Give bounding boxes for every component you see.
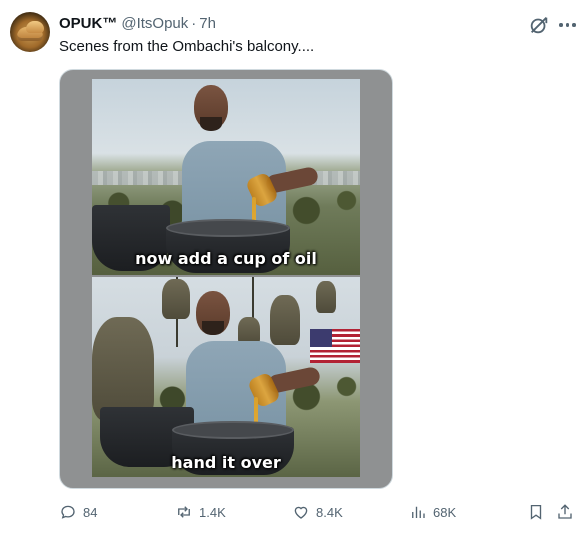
repost-count: 1.4K [199, 504, 226, 520]
avatar[interactable] [10, 12, 50, 52]
meme-frame-bottom: hand it over [92, 277, 360, 477]
person-beard [202, 321, 224, 335]
tweet-header: OPUK™ @ItsOpuk · 7h [59, 13, 216, 33]
action-bar: 84 1.4K 8.4K 68K [59, 502, 579, 522]
bookmark-icon [530, 504, 542, 520]
author-handle[interactable]: @ItsOpuk [121, 15, 188, 32]
views-button[interactable]: 68K [409, 502, 456, 522]
heart-icon [294, 506, 308, 519]
caption-top: now add a cup of oil [135, 249, 317, 268]
bookmark-button[interactable] [527, 502, 545, 522]
more-icon[interactable] [559, 18, 579, 32]
soldier [270, 295, 300, 345]
views-count: 68K [433, 504, 457, 520]
repost-button[interactable]: 1.4K [175, 502, 226, 522]
tweet-text: Scenes from the Ombachi's balcony.... [59, 38, 315, 55]
like-count: 8.4K [316, 504, 343, 520]
soldier [162, 279, 190, 319]
reply-icon [61, 505, 75, 519]
reply-count: 84 [83, 504, 98, 520]
repost-icon [178, 506, 190, 518]
pot-rim [172, 421, 294, 439]
soldier [316, 281, 336, 313]
meme-frame-top: now add a cup of oil [92, 79, 360, 275]
caption-bottom: hand it over [171, 453, 281, 472]
avatar-bread-shape-2 [26, 21, 44, 33]
share-button[interactable] [556, 502, 574, 522]
us-flag [310, 329, 360, 363]
soldier-foreground [92, 317, 154, 421]
like-button[interactable]: 8.4K [292, 502, 343, 522]
timestamp[interactable]: 7h [199, 15, 216, 32]
reply-button[interactable]: 84 [59, 502, 97, 522]
tweet[interactable]: OPUK™ @ItsOpuk · 7h Scenes from the Omba… [0, 0, 583, 533]
share-icon [558, 504, 572, 519]
grok-icon[interactable] [528, 14, 550, 36]
author-name[interactable]: OPUK™ [59, 15, 117, 32]
views-icon [412, 506, 425, 518]
tweet-media[interactable]: now add a cup of oil hand it over [59, 69, 393, 489]
pot-rim [166, 219, 290, 237]
person-beard [200, 117, 222, 131]
separator-dot: · [191, 14, 197, 32]
